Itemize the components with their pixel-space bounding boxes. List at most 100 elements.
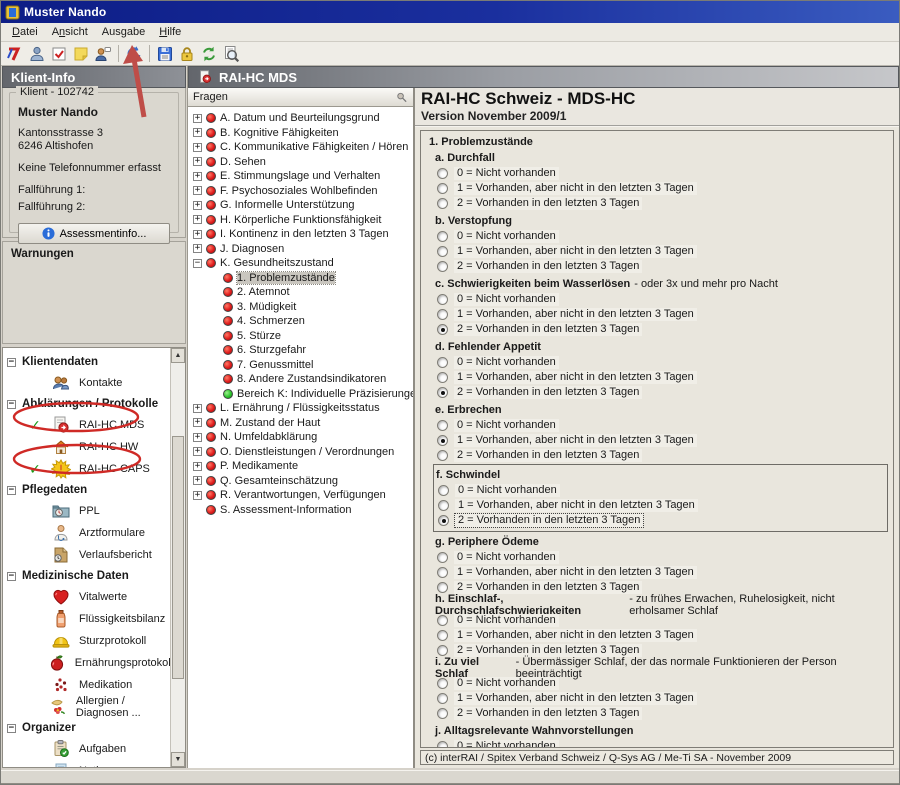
expand-box-icon[interactable]: + [193, 244, 202, 253]
menu-ansicht[interactable]: Ansicht [45, 24, 95, 40]
sidebar-item-aufgaben[interactable]: ✓Aufgaben [7, 738, 170, 760]
radio-option-row[interactable]: 2 = Vorhanden in den letzten 3 Tagen [435, 322, 889, 337]
radio-option-row[interactable]: 1 = Vorhanden, aber nicht in den letzten… [435, 691, 889, 706]
radio-option-row[interactable]: 1 = Vorhanden, aber nicht in den letzten… [435, 307, 889, 322]
tree-item-b-kognitive-f-higkeiten[interactable]: +B. Kognitive Fähigkeiten [193, 126, 413, 141]
tree-item-f-psychosoziales-wohlbefinden[interactable]: +F. Psychosoziales Wohlbefinden [193, 184, 413, 199]
lock-button[interactable] [176, 43, 198, 64]
sidebar-item-arztformulare[interactable]: ✓Arztformulare [7, 522, 170, 544]
radio-button[interactable] [437, 435, 448, 446]
radio-option-row[interactable]: 0 = Nicht vorhanden [435, 292, 889, 307]
radio-option-row[interactable]: 2 = Vorhanden in den letzten 3 Tagen [435, 448, 889, 463]
radio-button[interactable] [437, 582, 448, 593]
expand-box-icon[interactable]: + [193, 476, 202, 485]
radio-option-row[interactable]: 0 = Nicht vorhanden [435, 739, 889, 748]
radio-button[interactable] [437, 198, 448, 209]
sidebar-item-allergien-diagnosen-[interactable]: ✓Allergien / Diagnosen ... [7, 696, 170, 718]
tree-item-j-diagnosen[interactable]: +J. Diagnosen [193, 242, 413, 257]
nav-group-medizinische-daten[interactable]: −Medizinische Daten [7, 566, 170, 586]
tree-item-h-k-rperliche-funktionsf-higkeit[interactable]: +H. Körperliche Funktionsfähigkeit [193, 213, 413, 228]
menu-hilfe[interactable]: Hilfe [152, 24, 188, 40]
scroll-down-button[interactable]: ▼ [171, 752, 185, 767]
radio-button[interactable] [437, 567, 448, 578]
tree-item-7-genussmittel[interactable]: 7. Genussmittel [193, 358, 413, 373]
sidebar-item-verlaufsbericht[interactable]: ✓Verlaufsbericht [7, 544, 170, 566]
radio-button[interactable] [437, 231, 448, 242]
nav-group-organizer[interactable]: −Organizer [7, 718, 170, 738]
sidebar-item-ern-hrungsprotokoll[interactable]: ✓Ernährungsprotokoll [7, 652, 170, 674]
radio-button[interactable] [438, 515, 449, 526]
expand-box-icon[interactable]: + [193, 172, 202, 181]
tree-item-k-gesundheitszustand[interactable]: −K. Gesundheitszustand [193, 256, 413, 271]
expand-box-icon[interactable]: + [193, 491, 202, 500]
radio-button[interactable] [437, 324, 448, 335]
radio-button[interactable] [437, 693, 448, 704]
task-check-button[interactable] [48, 43, 70, 64]
assessmentinfo-button[interactable]: Assessmentinfo... [18, 223, 170, 244]
tree-item-e-stimmungslage-und-verhalten[interactable]: +E. Stimmungslage und Verhalten [193, 169, 413, 184]
expand-box-icon[interactable]: + [193, 404, 202, 413]
sidebar-item-medikation[interactable]: ✓Medikation [7, 674, 170, 696]
expand-box-icon[interactable]: + [193, 201, 202, 210]
radio-button[interactable] [437, 246, 448, 257]
sidebar-item-fl-ssigkeitsbilanz[interactable]: ✓Flüssigkeitsbilanz [7, 608, 170, 630]
expand-box-icon[interactable]: + [193, 157, 202, 166]
app-logo-button[interactable] [4, 43, 26, 64]
radio-option-row[interactable]: 0 = Nicht vorhanden [435, 418, 889, 433]
tree-item-5-st-rze[interactable]: 5. Stürze [193, 329, 413, 344]
radio-option-row[interactable]: 0 = Nicht vorhanden [436, 483, 887, 498]
radio-button[interactable] [438, 485, 449, 496]
tree-item-c-kommunikative-f-higkeiten-h-ren[interactable]: +C. Kommunikative Fähigkeiten / Hören [193, 140, 413, 155]
radio-option-row[interactable]: 0 = Nicht vorhanden [435, 355, 889, 370]
scroll-up-button[interactable]: ▲ [171, 348, 185, 363]
radio-option-row[interactable]: 2 = Vorhanden in den letzten 3 Tagen [435, 259, 889, 274]
radio-button[interactable] [437, 420, 448, 431]
expand-box-icon[interactable]: + [193, 433, 202, 442]
radio-option-row[interactable]: 1 = Vorhanden, aber nicht in den letzten… [435, 181, 889, 196]
sidebar-item-vitalwerte[interactable]: ✓Vitalwerte [7, 586, 170, 608]
radio-button[interactable] [437, 168, 448, 179]
collapse-box-icon[interactable]: − [7, 572, 16, 581]
expand-box-icon[interactable]: + [193, 418, 202, 427]
tree-item-6-sturzgefahr[interactable]: 6. Sturzgefahr [193, 343, 413, 358]
radio-button[interactable] [438, 500, 449, 511]
radio-option-row[interactable]: 1 = Vorhanden, aber nicht in den letzten… [436, 498, 887, 513]
expand-box-icon[interactable]: + [193, 143, 202, 152]
expand-box-icon[interactable]: + [193, 215, 202, 224]
radio-button[interactable] [437, 309, 448, 320]
expand-box-icon[interactable]: + [193, 114, 202, 123]
radio-option-row[interactable]: 0 = Nicht vorhanden [435, 550, 889, 565]
save-button[interactable] [154, 43, 176, 64]
radio-option-row[interactable]: 1 = Vorhanden, aber nicht in den letzten… [435, 433, 889, 448]
radio-button[interactable] [437, 615, 448, 626]
radio-button[interactable] [437, 678, 448, 689]
tree-item-r-verantwortungen-verf-gungen[interactable]: +R. Verantwortungen, Verfügungen [193, 488, 413, 503]
collapse-box-icon[interactable]: − [7, 486, 16, 495]
refresh-green-button[interactable] [198, 43, 220, 64]
nav-scrollbar[interactable]: ▲ ▼ [170, 348, 185, 767]
sidebar-item-rai-hc-caps[interactable]: ✓RAI-HC CAPS [7, 458, 170, 480]
radio-button[interactable] [437, 261, 448, 272]
expand-box-icon[interactable]: + [193, 447, 202, 456]
radio-button[interactable] [437, 372, 448, 383]
radio-option-row[interactable]: 2 = Vorhanden in den letzten 3 Tagen [435, 196, 889, 211]
collapse-box-icon[interactable]: − [7, 724, 16, 733]
tree-item-3-m-digkeit[interactable]: 3. Müdigkeit [193, 300, 413, 315]
radio-option-row[interactable]: 1 = Vorhanden, aber nicht in den letzten… [435, 565, 889, 580]
radio-option-row[interactable]: 1 = Vorhanden, aber nicht in den letzten… [435, 628, 889, 643]
radio-option-row[interactable]: 2 = Vorhanden in den letzten 3 Tagen [436, 513, 887, 528]
radio-option-row[interactable]: 0 = Nicht vorhanden [435, 166, 889, 181]
expand-box-icon[interactable]: + [193, 462, 202, 471]
print-preview-button[interactable] [220, 43, 242, 64]
tree-item-q-gesamteinsch-tzung[interactable]: +Q. Gesamteinschätzung [193, 474, 413, 489]
radio-button[interactable] [437, 387, 448, 398]
radio-button[interactable] [437, 645, 448, 656]
expand-box-icon[interactable]: + [193, 230, 202, 239]
tree-item-p-medikamente[interactable]: +P. Medikamente [193, 459, 413, 474]
radio-option-row[interactable]: 1 = Vorhanden, aber nicht in den letzten… [435, 244, 889, 259]
menu-datei[interactable]: Datei [5, 24, 45, 40]
title-bar[interactable]: Muster Nando [1, 1, 899, 23]
radio-option-row[interactable]: 2 = Vorhanden in den letzten 3 Tagen [435, 385, 889, 400]
sticky-note-button[interactable] [70, 43, 92, 64]
radio-button[interactable] [437, 741, 448, 748]
